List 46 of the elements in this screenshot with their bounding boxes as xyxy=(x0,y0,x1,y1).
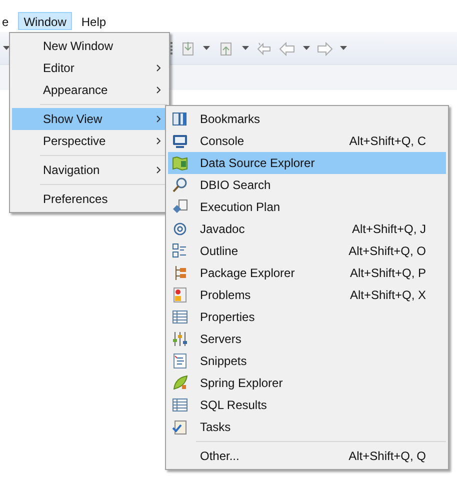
menu-item[interactable]: DBIO Search xyxy=(168,174,446,196)
map-icon xyxy=(172,155,188,171)
menu-item[interactable]: Servers xyxy=(168,328,446,350)
outline-icon xyxy=(172,243,188,259)
snippet-document-icon xyxy=(172,353,188,369)
grip-icon xyxy=(170,42,173,56)
warning-document-icon xyxy=(172,287,188,303)
clipboard-check-icon xyxy=(172,419,188,435)
dropdown-caret-icon[interactable] xyxy=(203,46,210,50)
dropdown-caret-icon[interactable] xyxy=(303,46,310,50)
magnifier-icon xyxy=(172,177,188,193)
menu-item[interactable]: Show View xyxy=(12,108,167,130)
menu-item[interactable]: SQL Results xyxy=(168,394,446,416)
leaf-icon xyxy=(172,375,188,391)
menu-item[interactable]: Tasks xyxy=(168,416,446,438)
menu-item[interactable]: Javadoc Alt+Shift+Q, J xyxy=(168,218,446,240)
menu-bar-item[interactable]: Window xyxy=(18,12,72,30)
menu-item[interactable]: Outline Alt+Shift+Q, O xyxy=(168,240,446,262)
menu-item[interactable]: Navigation xyxy=(12,159,167,181)
sliders-icon xyxy=(172,331,188,347)
menu-item[interactable]: Appearance xyxy=(12,79,167,101)
diamond-document-icon xyxy=(172,199,188,215)
monitor-icon xyxy=(172,133,188,149)
menu-item[interactable]: Preferences xyxy=(12,188,167,210)
menu-item[interactable]: Other... Alt+Shift+Q, Q xyxy=(168,445,446,467)
dropdown-caret-icon[interactable] xyxy=(242,46,249,50)
dropdown-caret-icon[interactable] xyxy=(340,46,347,50)
menu-item[interactable]: Bookmarks xyxy=(168,108,446,130)
book-icon xyxy=(172,111,188,127)
dropdown-caret-icon[interactable] xyxy=(3,46,10,50)
menu-item[interactable]: Spring Explorer xyxy=(168,372,446,394)
menu-item[interactable]: Properties xyxy=(168,306,446,328)
menu-item[interactable]: Perspective xyxy=(12,130,167,152)
menu-bar-item[interactable]: Help xyxy=(75,12,112,30)
menu-item[interactable]: Package Explorer Alt+Shift+Q, P xyxy=(168,262,446,284)
menu-bar-item[interactable]: e xyxy=(0,12,15,30)
menu-item[interactable]: Execution Plan xyxy=(168,196,446,218)
menu-item[interactable]: Data Source Explorer xyxy=(168,152,446,174)
back-star-icon[interactable] xyxy=(256,42,272,56)
table-icon xyxy=(172,309,188,325)
menu-item[interactable]: Snippets xyxy=(168,350,446,372)
menu-item[interactable]: New Window xyxy=(12,35,167,57)
menu-item[interactable]: Problems Alt+Shift+Q, X xyxy=(168,284,446,306)
table-icon xyxy=(172,397,188,413)
menu-item[interactable]: Console Alt+Shift+Q, C xyxy=(168,130,446,152)
menu-item[interactable]: Editor xyxy=(12,57,167,79)
